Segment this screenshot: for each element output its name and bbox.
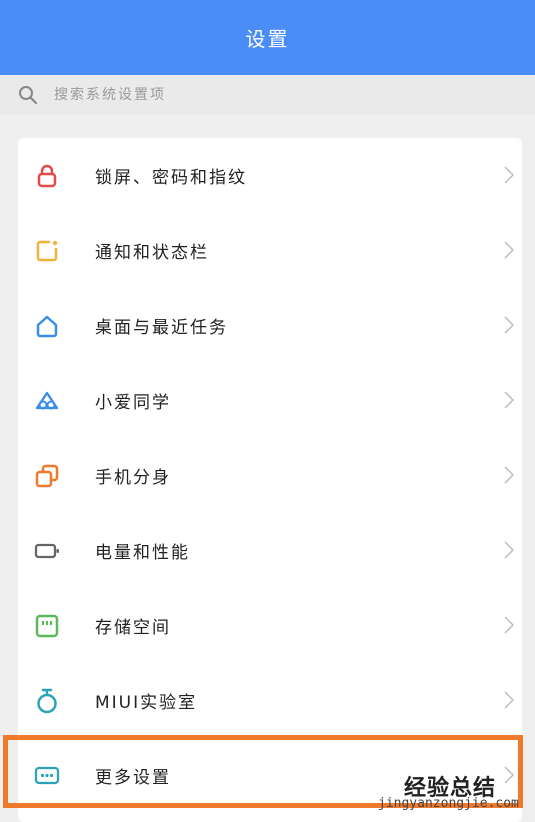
storage-icon <box>35 614 59 638</box>
settings-item-dual-apps[interactable]: 手机分身 <box>18 438 522 513</box>
more-settings-icon <box>34 766 60 785</box>
chevron-right-icon <box>504 166 514 184</box>
search-input[interactable] <box>52 86 456 104</box>
settings-item-xiaoai[interactable]: 小爱同学 <box>18 363 522 438</box>
settings-item-label: 手机分身 <box>95 468 171 488</box>
xiaoai-icon <box>35 391 59 410</box>
settings-item-battery[interactable]: 电量和性能 <box>18 513 522 588</box>
settings-item-label: 存储空间 <box>95 618 171 638</box>
settings-item-label: MIUI实验室 <box>95 693 198 713</box>
page-title: 设置 <box>245 27 290 51</box>
settings-item-label: 电量和性能 <box>95 543 190 563</box>
chevron-right-icon <box>504 766 514 784</box>
dual-apps-icon <box>35 464 59 488</box>
settings-list: 锁屏、密码和指纹 通知和状态栏 桌面与最近任务 小爱同学 手机分身 电量和性能 … <box>18 138 522 822</box>
chevron-right-icon <box>504 391 514 409</box>
lab-icon <box>37 688 57 714</box>
chevron-right-icon <box>504 616 514 634</box>
watermark-url: jingyanzongjie.com <box>378 796 519 811</box>
settings-item-label: 锁屏、密码和指纹 <box>95 168 247 188</box>
settings-item-label: 小爱同学 <box>95 393 171 413</box>
settings-item-home[interactable]: 桌面与最近任务 <box>18 288 522 363</box>
settings-item-label: 通知和状态栏 <box>95 243 209 263</box>
settings-item-miui-lab[interactable]: MIUI实验室 <box>18 663 522 738</box>
chevron-right-icon <box>504 691 514 709</box>
settings-item-label: 更多设置 <box>95 768 171 788</box>
header-bar: 设置 <box>0 0 535 75</box>
home-icon <box>36 315 58 338</box>
chevron-right-icon <box>504 541 514 559</box>
chevron-right-icon <box>504 466 514 484</box>
notification-icon <box>36 240 58 262</box>
lock-icon <box>37 164 57 188</box>
search-icon <box>19 86 38 105</box>
search-bar[interactable] <box>0 75 535 115</box>
chevron-right-icon <box>504 241 514 259</box>
chevron-right-icon <box>504 316 514 334</box>
settings-item-storage[interactable]: 存储空间 <box>18 588 522 663</box>
settings-item-lock[interactable]: 锁屏、密码和指纹 <box>18 138 522 213</box>
battery-icon <box>34 543 59 559</box>
settings-item-label: 桌面与最近任务 <box>95 318 228 338</box>
settings-item-notifications[interactable]: 通知和状态栏 <box>18 213 522 288</box>
